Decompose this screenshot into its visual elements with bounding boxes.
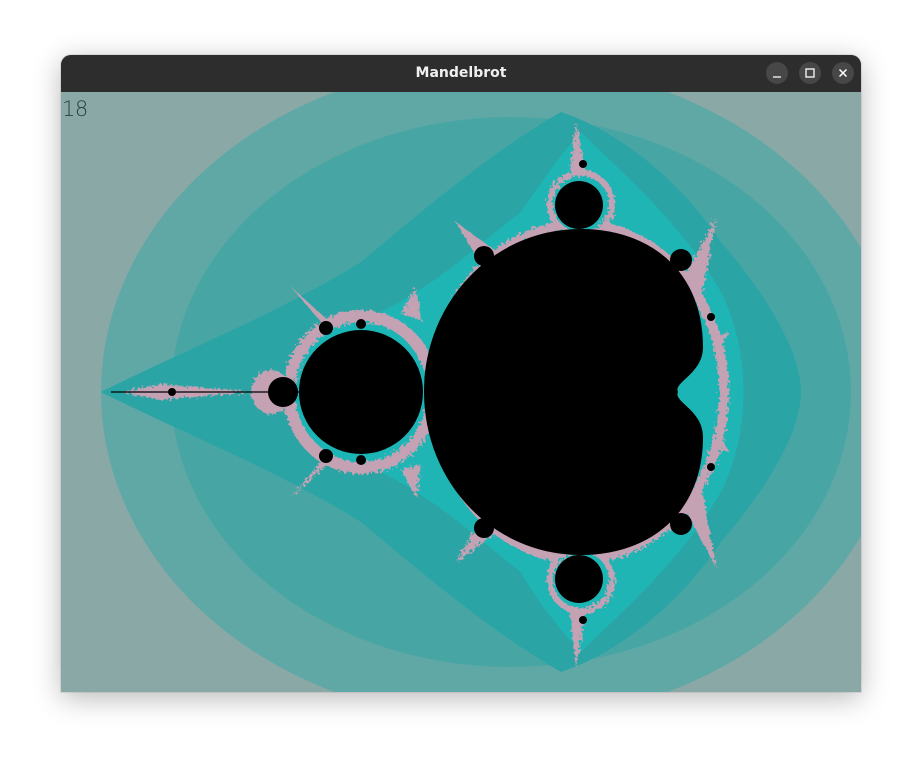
close-button[interactable] <box>832 62 854 84</box>
minimize-button[interactable] <box>766 62 788 84</box>
maximize-button[interactable] <box>799 62 821 84</box>
mandelbrot-canvas[interactable]: 18 <box>61 92 861 692</box>
title-bar[interactable]: Mandelbrot <box>61 55 861 92</box>
app-window: Mandelbrot 18 <box>61 55 861 692</box>
maximize-icon <box>805 68 815 78</box>
close-icon <box>838 68 848 78</box>
window-title: Mandelbrot <box>415 65 507 81</box>
minimize-icon <box>773 76 781 78</box>
iteration-count: 18 <box>62 97 88 121</box>
mandelbrot-render <box>61 92 861 692</box>
